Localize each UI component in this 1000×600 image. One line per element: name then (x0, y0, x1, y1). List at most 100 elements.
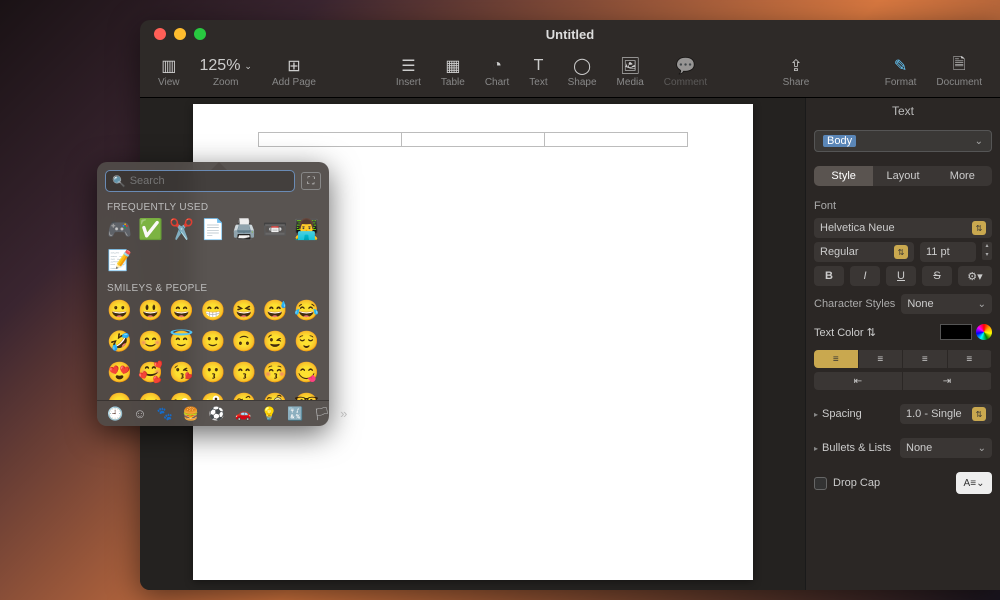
indent-button[interactable]: ⇥ (903, 372, 992, 390)
emoji-item[interactable]: 🙂 (200, 329, 225, 354)
emoji-search-input[interactable] (130, 175, 288, 187)
font-family-select[interactable]: Helvetica Neue ⇅ (814, 218, 992, 238)
tab-smileys-icon[interactable]: ☺ (133, 406, 146, 421)
align-left-button[interactable]: ≡ (814, 350, 859, 368)
character-styles-select[interactable]: None ⌄ (901, 294, 992, 314)
underline-button[interactable]: U (886, 266, 916, 286)
drop-cap-style-select[interactable]: A≡ ⌄ (956, 472, 992, 494)
paragraph-style-select[interactable]: Body ⌄ (814, 130, 992, 152)
emoji-item[interactable]: 🤣 (107, 329, 132, 354)
emoji-item[interactable]: 😅 (263, 298, 288, 323)
disclosure-triangle-icon: ▸ (814, 410, 818, 419)
emoji-item[interactable]: 🖨️ (232, 217, 257, 242)
inspector-tabs[interactable]: Style Layout More (814, 166, 992, 186)
spacing-select[interactable]: 1.0 - Single ⇅ (900, 404, 992, 424)
toolbar: ▥ View 125%⌄ Zoom ⊞ Add Page ☰ Insert ▦ … (140, 48, 1000, 98)
font-size-stepper[interactable]: ▴▾ (982, 242, 992, 260)
emoji-item[interactable]: 😛 (107, 391, 132, 400)
tab-food-icon[interactable]: 🍔 (183, 406, 199, 422)
frequently-used-label: FREQUENTLY USED (97, 198, 329, 215)
tab-more[interactable]: More (933, 166, 992, 186)
zoom-menu[interactable]: 125%⌄ Zoom (190, 57, 262, 88)
strikethrough-button[interactable]: S (922, 266, 952, 286)
outdent-button[interactable]: ⇤ (814, 372, 903, 390)
insert-button[interactable]: ☰ Insert (386, 57, 431, 88)
add-page-button[interactable]: ⊞ Add Page (262, 57, 326, 88)
bold-button[interactable]: B (814, 266, 844, 286)
emoji-item[interactable]: 🧐 (263, 391, 288, 400)
italic-button[interactable]: I (850, 266, 880, 286)
emoji-item[interactable]: 😁 (200, 298, 225, 323)
emoji-item[interactable]: 😊 (138, 329, 163, 354)
emoji-item[interactable]: 😝 (138, 391, 163, 400)
align-center-button[interactable]: ≡ (859, 350, 904, 368)
comment-button[interactable]: 💬 Comment (654, 57, 717, 88)
tab-style[interactable]: Style (814, 166, 873, 186)
document-button[interactable]: 🗎 Document (926, 57, 992, 88)
tab-flags-icon[interactable]: 🏳 (314, 406, 331, 422)
share-button[interactable]: ⇪ Share (773, 57, 820, 88)
table-button[interactable]: ▦ Table (431, 57, 475, 88)
emoji-item[interactable]: 🤨 (232, 391, 257, 400)
advanced-font-button[interactable]: ⚙︎▾ (958, 266, 992, 286)
insert-icon: ☰ (401, 57, 415, 75)
emoji-item[interactable]: 📝 (107, 248, 132, 273)
font-weight-select[interactable]: Regular ⇅ (814, 242, 914, 262)
emoji-item[interactable]: 😗 (200, 360, 225, 385)
emoji-item[interactable]: 😚 (263, 360, 288, 385)
emoji-item[interactable]: 🎮 (107, 217, 132, 242)
emoji-item[interactable]: 😜 (169, 391, 194, 400)
tab-symbols-icon[interactable]: 🔣 (287, 406, 303, 422)
tab-travel-icon[interactable]: 🚗 (235, 406, 251, 422)
drop-cap-checkbox[interactable] (814, 477, 827, 490)
emoji-item[interactable]: 😇 (169, 329, 194, 354)
emoji-item[interactable]: 😄 (169, 298, 194, 323)
text-color-label: Text Color ⇅ (814, 326, 876, 339)
shape-button[interactable]: ◯ Shape (558, 57, 607, 88)
align-right-button[interactable]: ≡ (903, 350, 948, 368)
emoji-item[interactable]: 🤪 (200, 391, 225, 400)
align-justify-button[interactable]: ≡ (948, 350, 993, 368)
emoji-item[interactable]: 👨‍💻 (294, 217, 319, 242)
table-icon: ▦ (445, 57, 460, 75)
color-wheel-button[interactable] (976, 324, 992, 340)
emoji-item[interactable]: 😘 (169, 360, 194, 385)
text-color-swatch[interactable] (940, 324, 972, 340)
emoji-item[interactable]: 🤓 (294, 391, 319, 400)
bullets-select[interactable]: None ⌄ (900, 438, 992, 458)
media-button[interactable]: 🖼 Media (607, 57, 654, 88)
tab-recent-icon[interactable]: 🕘 (107, 406, 123, 422)
format-button[interactable]: ✎ Format (875, 57, 927, 88)
emoji-item[interactable]: 📄 (200, 217, 225, 242)
emoji-item[interactable]: ✅ (138, 217, 163, 242)
emoji-item[interactable]: 😆 (232, 298, 257, 323)
tab-animals-icon[interactable]: 🐾 (156, 406, 172, 422)
text-button[interactable]: T Text (519, 57, 557, 88)
tab-activity-icon[interactable]: ⚽ (209, 406, 225, 422)
emoji-item[interactable]: 😙 (232, 360, 257, 385)
tab-more-icon[interactable]: » (340, 406, 347, 421)
emoji-item[interactable]: 😃 (138, 298, 163, 323)
expand-picker-button[interactable]: ⛶ (301, 172, 321, 190)
emoji-search-field[interactable]: 🔍 (105, 170, 295, 192)
tab-layout[interactable]: Layout (873, 166, 932, 186)
spacing-disclosure[interactable]: ▸ Spacing 1.0 - Single ⇅ (814, 404, 992, 424)
document-table[interactable] (258, 132, 688, 147)
drop-cap-label: Drop Cap (833, 477, 880, 489)
emoji-item[interactable]: 😂 (294, 298, 319, 323)
text-icon: T (534, 57, 544, 75)
emoji-item[interactable]: 📼 (263, 217, 288, 242)
emoji-item[interactable]: 😌 (294, 329, 319, 354)
bullets-disclosure[interactable]: ▸ Bullets & Lists None ⌄ (814, 438, 992, 458)
emoji-item[interactable]: 😋 (294, 360, 319, 385)
tab-objects-icon[interactable]: 💡 (261, 406, 277, 422)
emoji-item[interactable]: ✂️ (169, 217, 194, 242)
emoji-item[interactable]: 😍 (107, 360, 132, 385)
emoji-item[interactable]: 😉 (263, 329, 288, 354)
view-button[interactable]: ▥ View (148, 57, 190, 88)
emoji-item[interactable]: 🥰 (138, 360, 163, 385)
emoji-item[interactable]: 🙃 (232, 329, 257, 354)
chart-button[interactable]: ◔ Chart (475, 57, 519, 88)
font-size-field[interactable]: 11 pt (920, 242, 976, 262)
emoji-item[interactable]: 😀 (107, 298, 132, 323)
